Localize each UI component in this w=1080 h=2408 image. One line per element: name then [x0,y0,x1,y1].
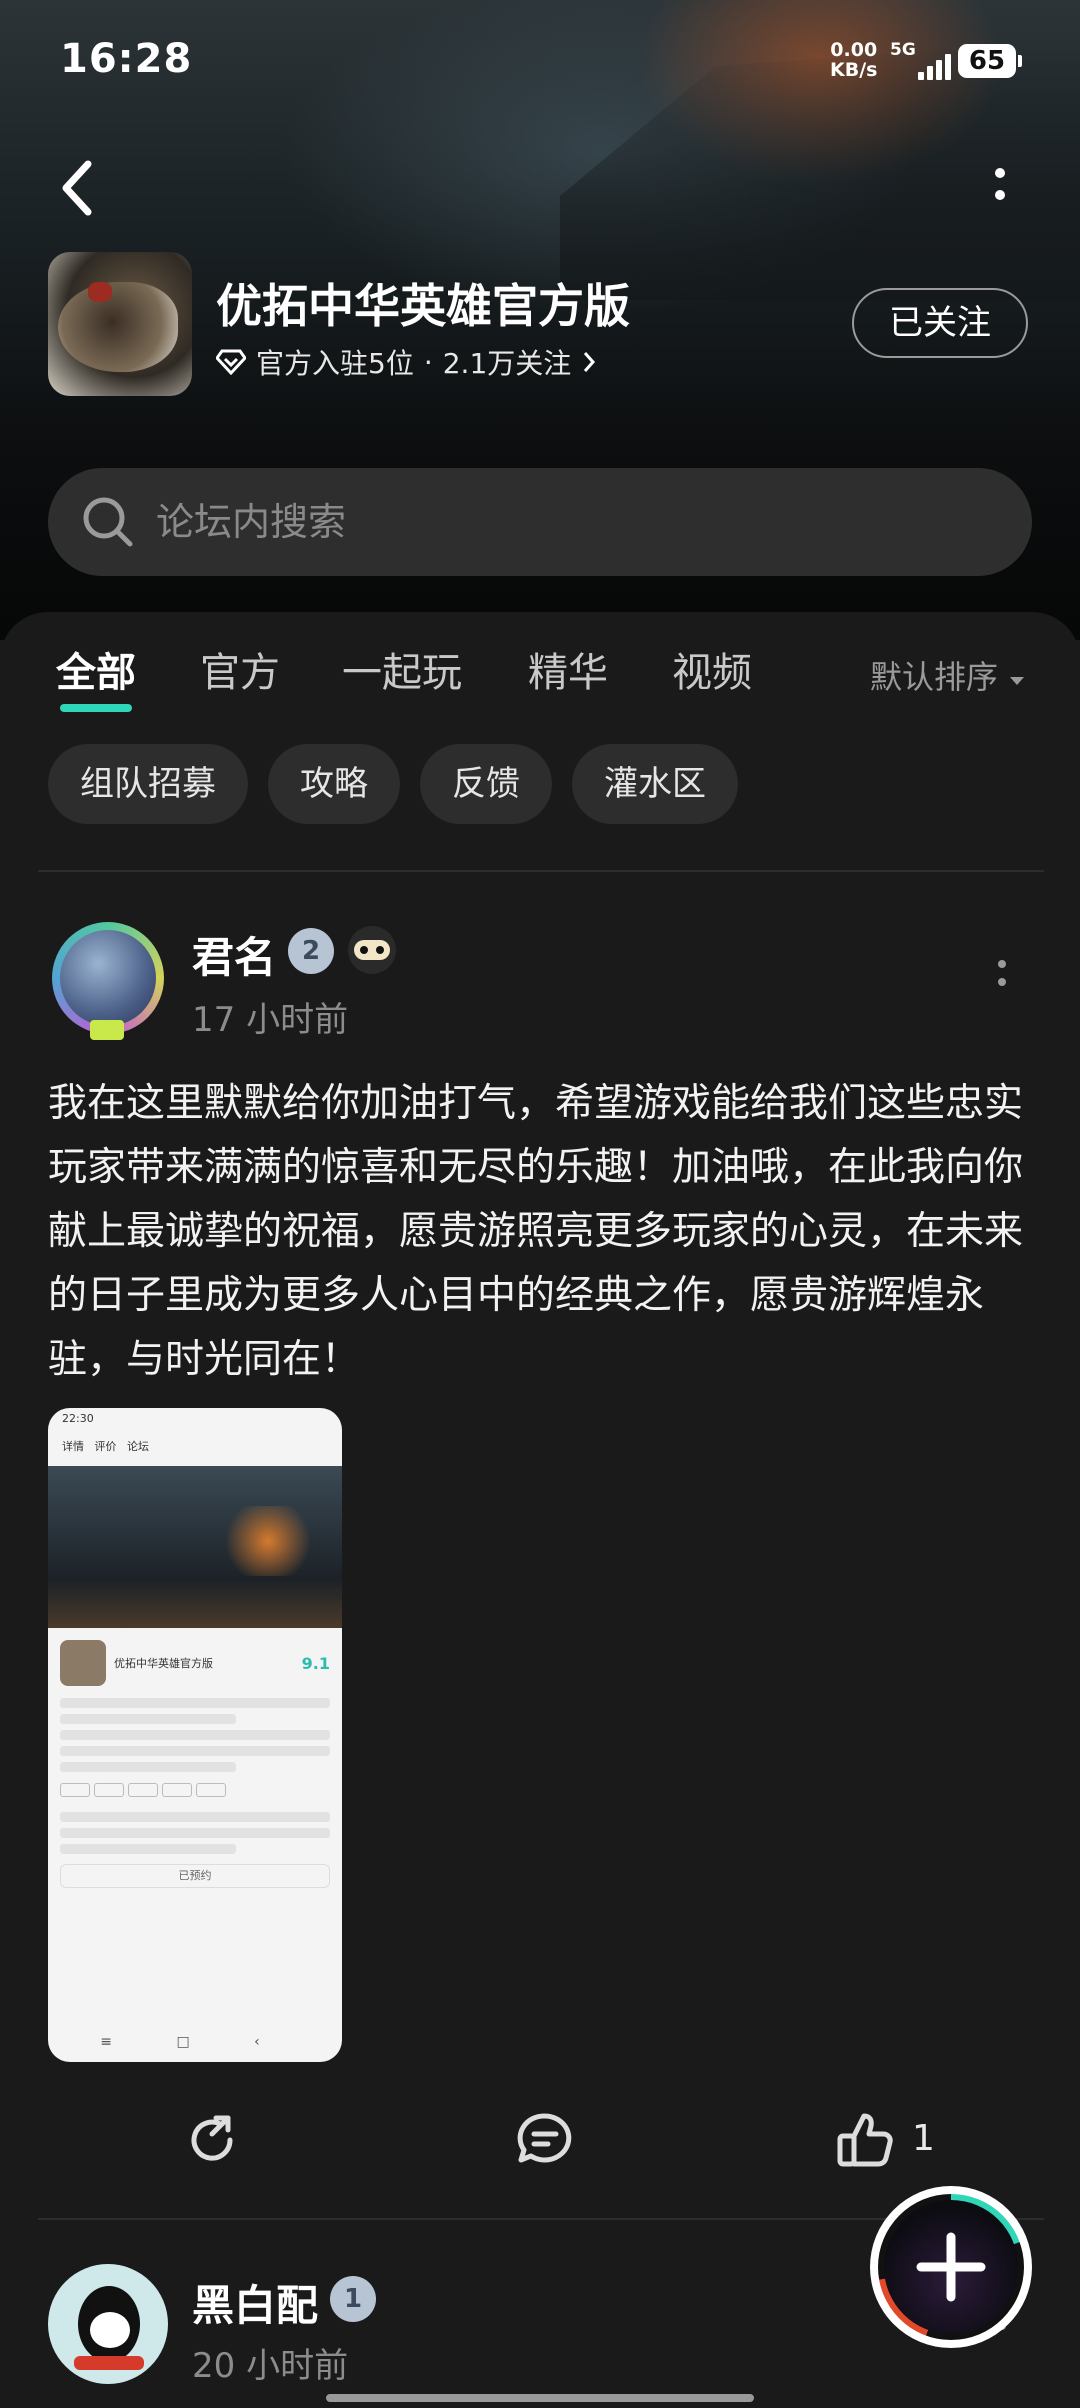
status-time: 16:28 [60,36,193,82]
screenshot-banner [48,1466,342,1628]
screenshot-tags [58,1780,332,1804]
speed-value: 0.00 [830,39,878,61]
tab-featured[interactable]: 精华 [528,640,608,698]
screenshot-tab: 评价 [94,1440,117,1453]
speed-unit: KB/s [830,59,878,81]
divider [38,870,1044,872]
chevron-right-icon [584,352,596,372]
screenshot-reserve-button: 已预约 [60,1864,330,1888]
comment-icon[interactable] [514,2110,576,2170]
diamond-icon [216,349,246,375]
screenshot-tab: 论坛 [127,1440,149,1453]
back-icon[interactable] [58,158,98,218]
battery-icon: 65 [958,44,1022,78]
screenshot-line [60,1730,330,1740]
chip-chat[interactable]: 灌水区 [572,744,738,824]
tab-video[interactable]: 视频 [672,640,752,698]
post-image[interactable]: 22:30 详情 评价 论坛 优拓中华英雄官方版 9.1 已预约 ≡ □ ‹ [48,1408,342,2062]
create-post-button[interactable] [870,2186,1032,2348]
post-content[interactable]: 我在这里默默给你加油打气，希望游戏能给我们这些忠实玩家带来满满的惊喜和无尽的乐趣… [48,1072,1038,1392]
post-username[interactable]: 黑白配 [192,2272,318,2333]
chip-team-recruit[interactable]: 组队招募 [48,744,248,824]
category-chips: 组队招募 攻略 反馈 灌水区 [48,744,738,824]
official-count: 官方入驻5位 [256,347,414,380]
tab-official[interactable]: 官方 [200,640,280,698]
screenshot-line [60,1698,330,1708]
screenshot-tab: 详情 [62,1440,84,1453]
post-time: 17 小时前 [192,1000,349,1040]
screenshot-app-icon [60,1640,106,1686]
follower-count: 2.1万关注 [442,347,572,380]
forum-title: 优拓中华英雄官方版 [216,279,630,333]
app-icon [48,252,192,396]
post-username[interactable]: 君名 [192,924,276,985]
game-controller-icon [348,926,396,974]
screenshot-line [60,1812,330,1822]
home-indicator[interactable] [326,2394,754,2402]
search-input[interactable] [154,499,918,545]
screenshot-score: 9.1 [301,1653,330,1673]
share-icon[interactable] [182,2110,242,2170]
follow-button[interactable]: 已关注 [852,288,1028,358]
screenshot-line [60,1714,237,1724]
screenshot-nav-bar: ≡ □ ‹ [100,2034,290,2050]
screenshot-app-row: 优拓中华英雄官方版 9.1 [60,1640,330,1686]
chip-guide[interactable]: 攻略 [268,744,400,824]
tab-play-together[interactable]: 一起玩 [342,640,462,698]
sort-label: 默认排序 [870,658,999,696]
signal-icon [908,52,952,80]
screenshot-status-time: 22:30 [62,1412,94,1425]
level-badge: 1 [330,2276,376,2322]
status-bar: 16:28 0.00 KB/s 5G 65 [0,0,1080,120]
level-badge: 2 [288,928,334,974]
screenshot-app-name: 优拓中华英雄官方版 [114,1657,213,1670]
screenshot-line [60,1844,237,1854]
forum-meta[interactable]: 官方入驻5位 · 2.1万关注 [216,342,597,382]
forum-search-bar[interactable] [48,468,1032,576]
avatar[interactable] [52,922,164,1040]
search-icon [83,497,133,547]
post-more-icon[interactable] [996,956,1008,996]
screenshot-line [60,1828,330,1838]
screenshot-line [60,1762,237,1772]
meta-separator: · [423,345,433,379]
post-time: 20 小时前 [192,2346,349,2386]
screenshot-line [60,1746,330,1756]
chip-feedback[interactable]: 反馈 [420,744,552,824]
tab-all[interactable]: 全部 [56,640,136,712]
like-icon[interactable] [836,2110,896,2170]
network-speed: 0.00 KB/s [830,40,877,80]
plus-icon [916,2232,986,2302]
screenshot-tabs: 详情 评价 论坛 [48,1436,342,1466]
caret-down-icon [1010,677,1025,685]
sort-dropdown[interactable]: 默认排序 [870,652,1026,698]
like-count: 1 [912,2118,935,2159]
more-options-icon[interactable] [985,165,1015,205]
avatar[interactable] [48,2264,168,2384]
